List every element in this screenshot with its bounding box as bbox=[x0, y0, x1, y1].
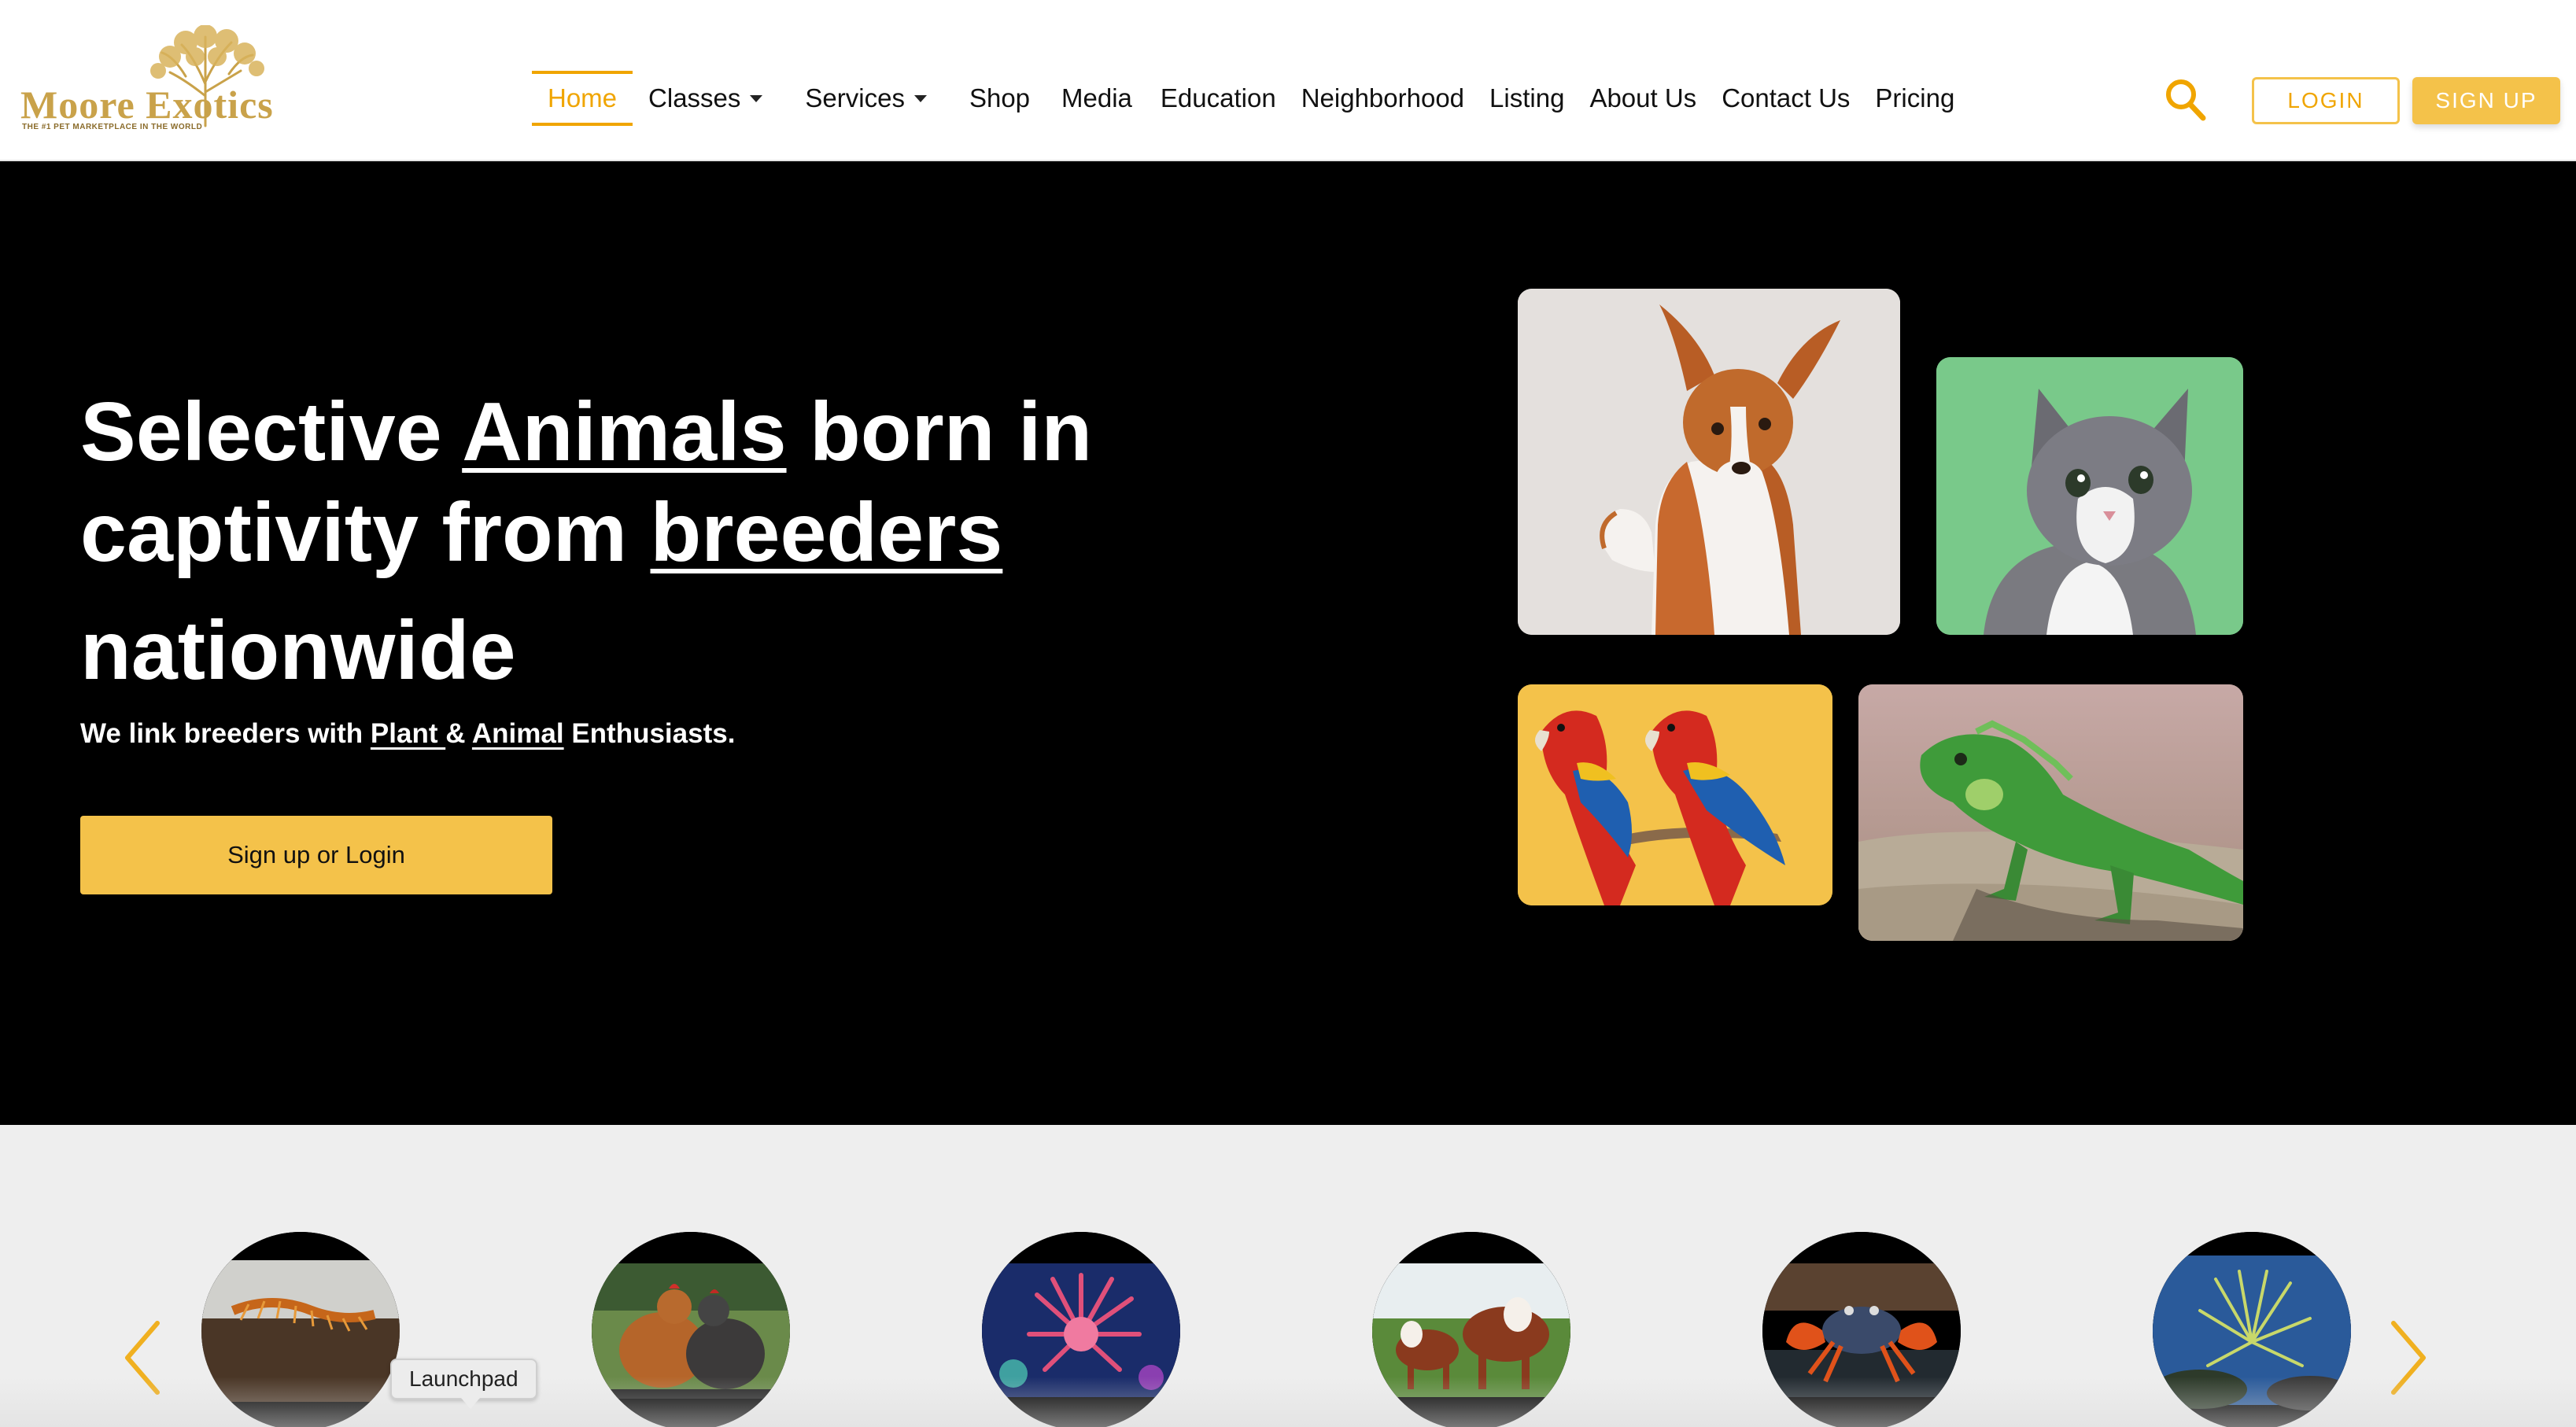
nav-label: Shop bbox=[969, 83, 1031, 112]
main-nav: Home Classes Services Shop Media Educati… bbox=[532, 71, 1967, 126]
caret-down-icon bbox=[913, 94, 927, 102]
chevron-right-icon[interactable] bbox=[2389, 1320, 2428, 1396]
hero-sub-text: We link breeders with bbox=[80, 718, 371, 749]
nav-pricing[interactable]: Pricing bbox=[1862, 71, 1967, 126]
category-centipede[interactable] bbox=[201, 1232, 400, 1427]
category-chickens[interactable] bbox=[592, 1232, 790, 1427]
brand-name: Moore Exotics bbox=[20, 83, 274, 127]
signup-button[interactable]: SIGN UP bbox=[2412, 77, 2560, 124]
dog-image bbox=[1518, 289, 1900, 635]
animals-link[interactable]: Animals bbox=[462, 385, 786, 478]
nav-label: Education bbox=[1160, 83, 1276, 112]
nav-label: Neighborhood bbox=[1301, 83, 1465, 112]
category-feather-star[interactable] bbox=[2153, 1232, 2351, 1427]
nav-label: Home bbox=[548, 83, 618, 112]
nav-education[interactable]: Education bbox=[1148, 71, 1289, 126]
cat-illustration bbox=[1936, 357, 2243, 635]
iguana-illustration bbox=[1858, 684, 2243, 941]
nav-label: Classes bbox=[648, 83, 741, 112]
category-crab[interactable] bbox=[1762, 1232, 1961, 1427]
nav-services[interactable]: Services bbox=[789, 71, 954, 126]
coral-image bbox=[982, 1232, 1180, 1427]
launchpad-tooltip: Launchpad bbox=[390, 1359, 537, 1409]
nav-label: Pricing bbox=[1875, 83, 1955, 112]
brand-logo[interactable]: Moore Exotics THE #1 PET MARKETPLACE IN … bbox=[20, 25, 280, 135]
brand-tagline: THE #1 PET MARKETPLACE IN THE WORLD bbox=[22, 123, 203, 131]
crab-image bbox=[1762, 1232, 1961, 1427]
hero-subtitle: We link breeders with Plant & Animal Ent… bbox=[80, 718, 735, 750]
category-carousel bbox=[0, 1125, 2576, 1427]
nav-label: Contact Us bbox=[1722, 83, 1851, 112]
hero-sub-text: & bbox=[445, 718, 472, 749]
nav-label: Listing bbox=[1489, 83, 1565, 112]
hero-sub-text: Enthusiasts. bbox=[563, 718, 736, 749]
breeders-link[interactable]: breeders bbox=[651, 486, 1003, 579]
parrots-illustration bbox=[1518, 684, 1832, 905]
nav-neighborhood[interactable]: Neighborhood bbox=[1289, 71, 1477, 126]
search-icon[interactable] bbox=[2164, 77, 2206, 121]
category-cattle[interactable] bbox=[1372, 1232, 1570, 1427]
iguana-image bbox=[1858, 684, 2243, 941]
nav-listing[interactable]: Listing bbox=[1477, 71, 1577, 126]
nav-home[interactable]: Home bbox=[532, 71, 633, 126]
cattle-image bbox=[1372, 1232, 1570, 1427]
centipede-image bbox=[201, 1232, 400, 1427]
site-header: Moore Exotics THE #1 PET MARKETPLACE IN … bbox=[0, 0, 2576, 161]
dog-illustration bbox=[1518, 289, 1900, 635]
hero-title-text: Selective bbox=[80, 385, 463, 478]
hero-title-text: nationwide bbox=[80, 604, 516, 697]
nav-classes[interactable]: Classes bbox=[633, 71, 789, 126]
cat-image bbox=[1936, 357, 2243, 635]
nav-shop[interactable]: Shop bbox=[954, 71, 1046, 126]
chickens-image bbox=[592, 1232, 790, 1427]
feather-star-image bbox=[2153, 1232, 2351, 1427]
nav-label: About Us bbox=[1589, 83, 1697, 112]
animal-link[interactable]: Animal bbox=[472, 718, 564, 749]
parrots-image bbox=[1518, 684, 1832, 905]
login-button[interactable]: LOGIN bbox=[2252, 77, 2400, 124]
nav-about-us[interactable]: About Us bbox=[1577, 71, 1709, 126]
nav-contact-us[interactable]: Contact Us bbox=[1709, 71, 1862, 126]
category-coral[interactable] bbox=[982, 1232, 1180, 1427]
nav-label: Media bbox=[1061, 83, 1132, 112]
chevron-left-icon[interactable] bbox=[123, 1320, 162, 1396]
nav-media[interactable]: Media bbox=[1046, 71, 1148, 126]
hero-section: Selective Animals born in captivity from… bbox=[0, 161, 2576, 1125]
signup-or-login-button[interactable]: Sign up or Login bbox=[80, 816, 552, 894]
nav-label: Services bbox=[805, 83, 905, 112]
hero-title: Selective Animals born in captivity from… bbox=[80, 382, 1142, 701]
plant-link[interactable]: Plant bbox=[371, 718, 445, 749]
caret-down-icon bbox=[750, 94, 763, 102]
